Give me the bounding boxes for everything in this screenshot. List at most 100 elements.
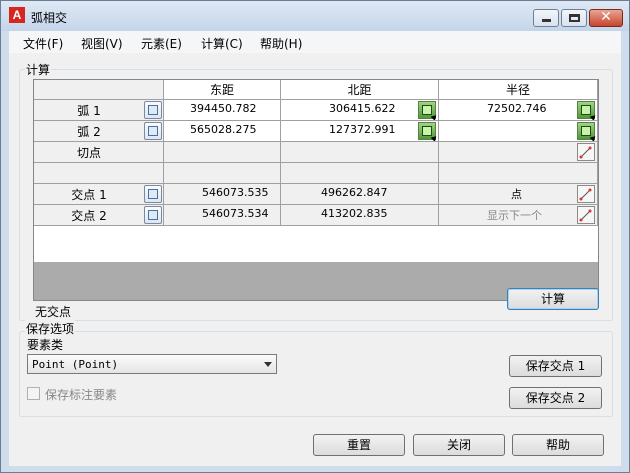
cube-icon [148, 210, 158, 220]
row-label: 交点 1 [71, 188, 107, 202]
line-pick-icon [579, 146, 592, 159]
menu-bar: 文件(F) 视图(V) 元素(E) 计算(C) 帮助(H) [9, 31, 621, 53]
menu-element[interactable]: 元素(E) [141, 35, 182, 52]
arc1-easting-cell[interactable]: 394450.782 [164, 100, 281, 121]
intersection2-pick-button[interactable] [577, 206, 595, 224]
minimize-icon [542, 19, 551, 22]
empty-cell [164, 163, 281, 184]
empty-cell [281, 163, 439, 184]
save-intersection2-button[interactable]: 保存交点 2 [509, 387, 602, 409]
arc2-easting-cell[interactable]: 565028.275 [164, 121, 281, 142]
int1-northing: 496262.847 [321, 186, 388, 199]
element-type-label: 要素类 [27, 338, 64, 352]
calculate-group-label: 计算 [25, 61, 52, 78]
save-intersection1-button[interactable]: 保存交点 1 [509, 355, 602, 377]
calculator-icon [581, 126, 591, 136]
close-icon: ✕ [600, 9, 612, 25]
pick-arc2-button[interactable] [144, 122, 162, 140]
minimize-button[interactable] [533, 9, 559, 27]
chevron-down-icon [264, 362, 272, 367]
row-label: 切点 [76, 146, 101, 160]
header-northing: 北距 [281, 80, 439, 100]
pick-intersection1-button[interactable] [144, 185, 162, 203]
menu-view[interactable]: 视图(V) [81, 35, 123, 52]
header-radius: 半径 [439, 80, 598, 100]
save-annotation-label: 保存标注要素 [45, 388, 118, 402]
row-arc2-label-cell: 弧 2 [34, 121, 164, 142]
element-type-select[interactable]: Point (Point) [27, 354, 277, 374]
status-text: 无交点 [35, 305, 72, 319]
cube-icon [148, 105, 158, 115]
int1-northing-cell: 496262.847 [281, 184, 439, 205]
arc2-radius-calc-button[interactable] [577, 122, 597, 141]
int2-easting-cell: 546073.534 [164, 205, 281, 226]
int1-radius-cell: 点 [439, 184, 598, 205]
save-annotation-checkbox[interactable] [27, 387, 40, 400]
row-label: 交点 2 [71, 209, 107, 223]
empty-cell [439, 163, 598, 184]
help-button[interactable]: 帮助 [512, 434, 604, 456]
tangent-pick-button[interactable] [577, 143, 595, 161]
grid-corner [34, 80, 164, 100]
int1-point-label: 点 [511, 188, 522, 201]
calculator-icon [422, 105, 432, 115]
arc2-northing-calc-button[interactable] [418, 122, 438, 141]
header-easting: 东距 [164, 80, 281, 100]
pick-intersection2-button[interactable] [144, 206, 162, 224]
int2-easting: 546073.534 [202, 207, 269, 220]
intersection1-pick-button[interactable] [577, 185, 595, 203]
arc1-radius-calc-button[interactable] [577, 101, 597, 120]
element-type-value: Point (Point) [32, 358, 119, 371]
line-pick-icon [579, 209, 592, 222]
row-intersection1-label-cell: 交点 1 [34, 184, 164, 205]
row-tangent-label-cell: 切点 [34, 142, 164, 163]
menu-calculate[interactable]: 计算(C) [201, 35, 243, 52]
row-arc1-label-cell: 弧 1 [34, 100, 164, 121]
grid-body: 东距 北距 半径 弧 1 394450.782 306415.622 72502… [34, 80, 598, 262]
cursor-icon [430, 134, 438, 141]
dialog-window: A 弧相交 ✕ 文件(F) 视图(V) 元素(E) 计算(C) 帮助(H) 计算… [0, 0, 630, 473]
menu-help[interactable]: 帮助(H) [260, 35, 302, 52]
title-bar[interactable]: A 弧相交 ✕ [1, 1, 629, 31]
int2-northing: 413202.835 [321, 207, 388, 220]
calculator-icon [422, 126, 432, 136]
arc1-northing: 306415.622 [329, 102, 396, 115]
cursor-icon [589, 134, 597, 141]
arc1-northing-cell[interactable]: 306415.622 [281, 100, 439, 121]
arc2-easting: 565028.275 [190, 123, 257, 136]
arc1-radius: 72502.746 [487, 102, 547, 115]
row-label: 弧 2 [77, 125, 101, 139]
cube-icon [148, 126, 158, 136]
app-logo-icon: A [9, 7, 25, 23]
close-window-button[interactable]: ✕ [589, 9, 623, 27]
arc1-radius-cell[interactable]: 72502.746 [439, 100, 598, 121]
cursor-icon [589, 113, 597, 120]
show-next-label[interactable]: 显示下一个 [487, 207, 542, 223]
window-title: 弧相交 [31, 11, 68, 25]
reset-button[interactable]: 重置 [313, 434, 405, 456]
line-pick-icon [579, 188, 592, 201]
save-options-label: 保存选项 [25, 320, 76, 337]
calculate-button[interactable]: 计算 [507, 288, 599, 310]
row-label: 弧 1 [77, 104, 101, 118]
cursor-icon [430, 113, 438, 120]
row-intersection2-label-cell: 交点 2 [34, 205, 164, 226]
dialog-client: 文件(F) 视图(V) 元素(E) 计算(C) 帮助(H) 计算 东距 北距 半… [9, 31, 621, 466]
arc2-northing: 127372.991 [329, 123, 396, 136]
int2-northing-cell: 413202.835 [281, 205, 439, 226]
arc2-radius-cell[interactable] [439, 121, 598, 142]
tangent-northing-cell [281, 142, 439, 163]
row-empty-label-cell [34, 163, 164, 184]
pick-arc1-button[interactable] [144, 101, 162, 119]
calculator-icon [581, 105, 591, 115]
arc2-northing-cell[interactable]: 127372.991 [281, 121, 439, 142]
maximize-button[interactable] [561, 9, 587, 27]
arc1-easting: 394450.782 [190, 102, 257, 115]
menu-file[interactable]: 文件(F) [23, 35, 63, 52]
maximize-icon [569, 14, 580, 22]
close-button[interactable]: 关闭 [413, 434, 505, 456]
tangent-radius-cell [439, 142, 598, 163]
int2-radius-cell: 显示下一个 [439, 205, 598, 226]
arc1-northing-calc-button[interactable] [418, 101, 438, 120]
int1-easting: 546073.535 [202, 186, 269, 199]
